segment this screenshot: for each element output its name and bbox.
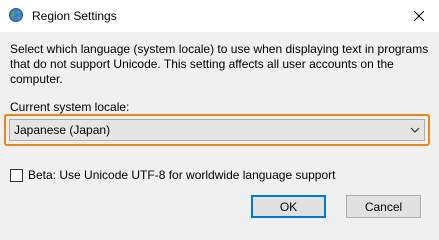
description-text: Select which language (system locale) to… (10, 42, 429, 86)
close-icon (414, 11, 424, 21)
close-button[interactable] (399, 0, 439, 32)
system-locale-dropdown[interactable]: Japanese (Japan) (9, 119, 425, 141)
globe-icon (8, 7, 24, 23)
cancel-button[interactable]: Cancel (346, 195, 421, 218)
beta-utf8-label[interactable]: Beta: Use Unicode UTF-8 for worldwide la… (28, 168, 336, 182)
title-bar: Region Settings (0, 0, 439, 32)
chevron-down-icon (410, 127, 420, 133)
beta-utf8-checkbox[interactable] (10, 169, 23, 182)
ok-button[interactable]: OK (251, 195, 326, 218)
window-title: Region Settings (32, 9, 117, 23)
dropdown-selected-value: Japanese (Japan) (14, 123, 111, 137)
current-locale-label: Current system locale: (10, 100, 130, 114)
